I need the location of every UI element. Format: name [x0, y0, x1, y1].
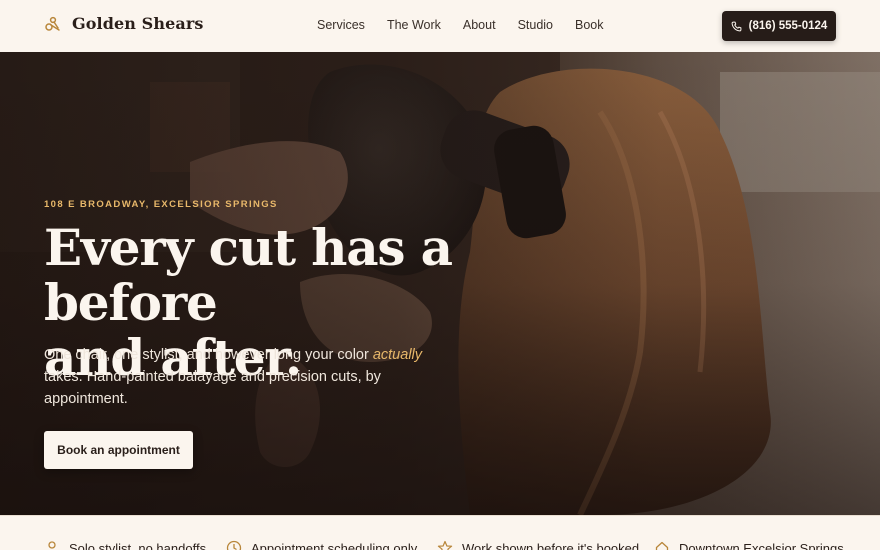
hero-eyebrow: 108 E BROADWAY, EXCELSIOR SPRINGS	[44, 199, 278, 210]
phone-button[interactable]: (816) 555-0124	[722, 11, 836, 41]
hero-subtext: One chair, one stylist, and however long…	[44, 344, 424, 410]
phone-icon	[731, 21, 742, 32]
clock-icon	[226, 540, 242, 550]
feature-item: Work shown before it's booked	[437, 540, 639, 550]
feature-label: Work shown before it's booked	[462, 540, 640, 550]
feature-item: Appointment scheduling only	[226, 540, 417, 550]
book-appointment-button[interactable]: Book an appointment	[44, 431, 193, 469]
brand-logo[interactable]: Golden Shears	[44, 14, 203, 33]
nav-item-about[interactable]: About	[463, 18, 496, 32]
hero-section: 108 E BROADWAY, EXCELSIOR SPRINGS Every …	[0, 52, 880, 515]
person-icon	[44, 540, 60, 550]
scissors-icon	[44, 15, 62, 33]
nav-item-studio[interactable]: Studio	[518, 18, 553, 32]
brand-name: Golden Shears	[72, 14, 204, 33]
subtext-part-1: One chair, one stylist, and however long…	[44, 347, 373, 363]
headline-line-1: Every cut has a before	[44, 218, 453, 332]
star-icon	[437, 540, 453, 550]
site-header: Golden Shears Services The Work About St…	[0, 0, 880, 52]
features-strip: Solo stylist, no handoffs Appointment sc…	[0, 515, 880, 550]
main-nav: Services The Work About Studio Book	[317, 18, 604, 32]
nav-item-the-work[interactable]: The Work	[387, 18, 441, 32]
subtext-part-2: takes. Hand-painted balayage and precisi…	[44, 369, 381, 407]
feature-item: Downtown Excelsior Springs	[654, 540, 844, 550]
feature-label: Downtown Excelsior Springs	[679, 540, 844, 550]
cta-label: Book an appointment	[57, 443, 180, 457]
nav-item-services[interactable]: Services	[317, 18, 365, 32]
subtext-emphasis: actually	[372, 347, 423, 363]
feature-item: Solo stylist, no handoffs	[44, 540, 206, 550]
nav-item-book[interactable]: Book	[575, 18, 604, 32]
feature-label: Solo stylist, no handoffs	[69, 540, 207, 550]
phone-number: (816) 555-0124	[748, 20, 828, 32]
home-icon	[654, 540, 670, 550]
feature-label: Appointment scheduling only	[251, 540, 418, 550]
